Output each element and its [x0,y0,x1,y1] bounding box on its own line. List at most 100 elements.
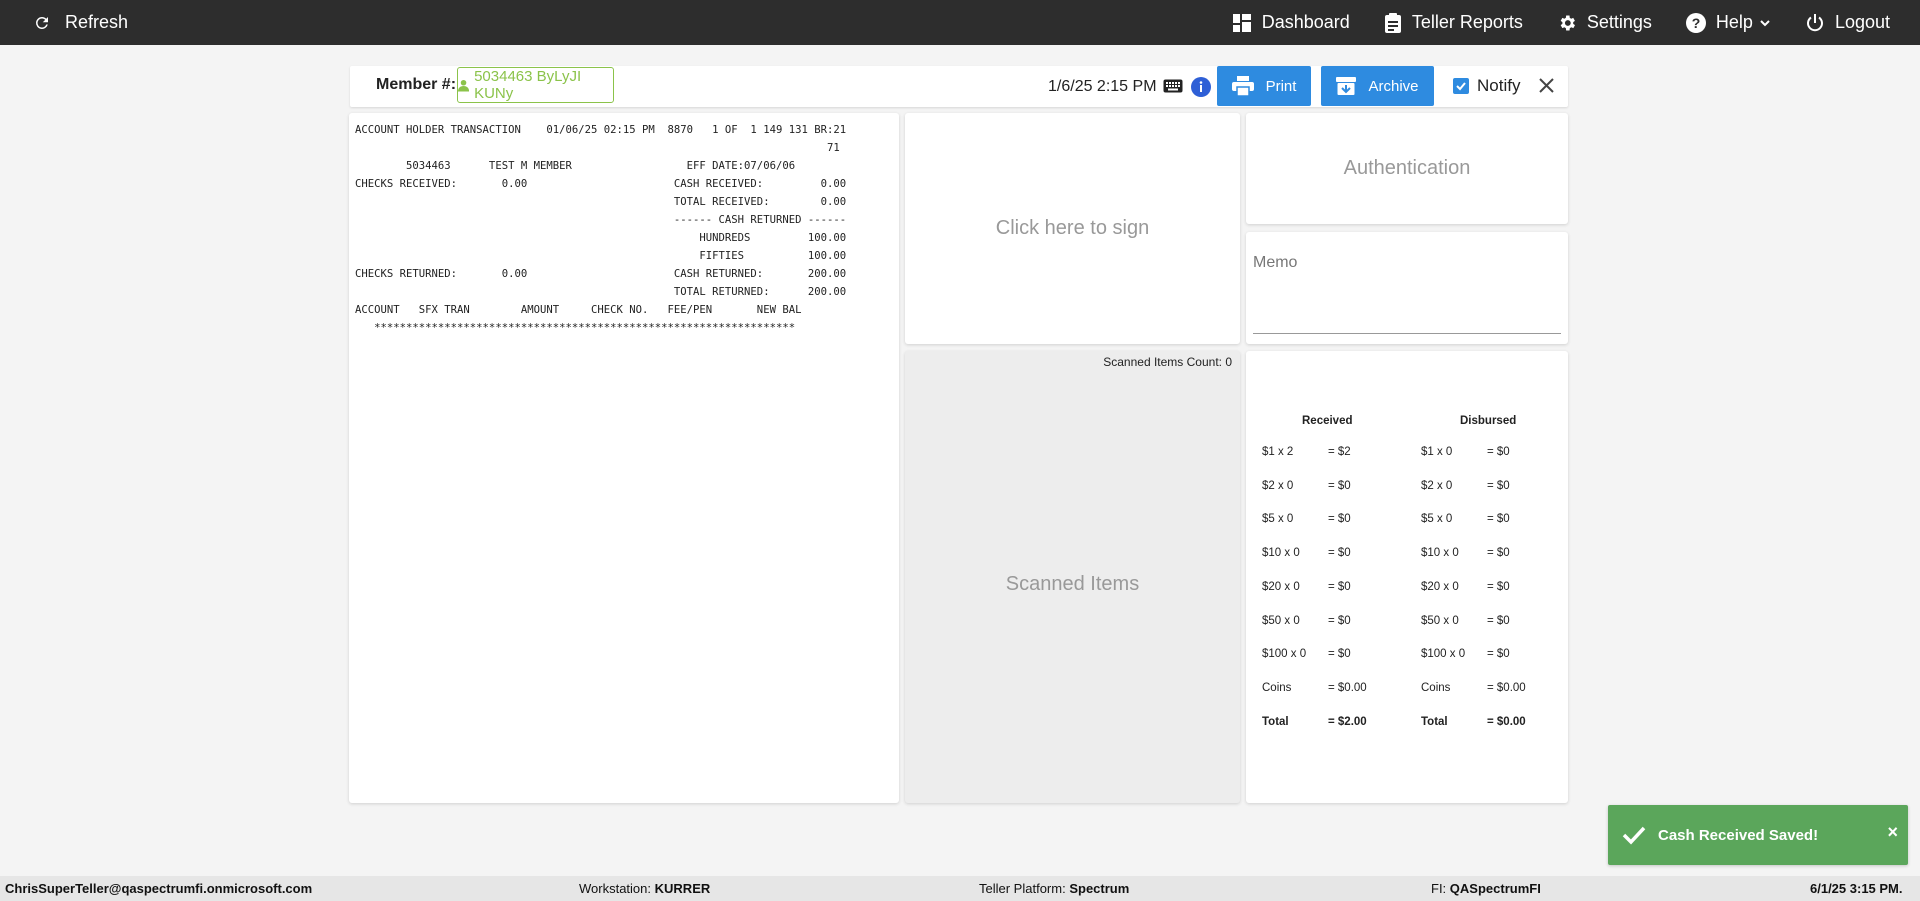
denomination-cell: $2 x 0 [1262,479,1294,492]
memo-label: Memo [1253,254,1298,271]
scanned-items-count: Scanned Items Count: 0 [1103,355,1232,369]
denomination-cell: Coins [1421,681,1451,694]
footer-user: ChrisSuperTeller@qaspectrumfi.onmicrosof… [5,881,313,896]
footer-fi: FI: QASpectrumFI [1431,881,1541,896]
refresh-button[interactable]: Refresh [33,12,128,33]
denomination-cell: = $0 [1328,614,1351,627]
chevron-down-icon [1760,19,1770,26]
nav-logout-label: Logout [1834,12,1890,32]
signature-pad[interactable]: Click here to sign [905,113,1240,344]
denomination-cell: = $0 [1487,580,1510,593]
denomination-cell: $50 x 0 [1421,614,1459,627]
authentication-label: Authentication [1343,157,1471,179]
denomination-cell: = $2.00 [1328,715,1367,728]
nav-teller-reports[interactable]: Teller Reports [1384,12,1523,33]
help-icon: ? [1685,12,1706,33]
cash-denominations-panel: Received Disbursed $1 x 2 = $2 $1 x 0 = $0 $… [1246,351,1568,803]
nav-help-label: Help [1715,12,1753,32]
nav-settings[interactable]: Settings [1557,12,1652,33]
denomination-cell: $2 x 0 [1421,479,1453,492]
denomination-cell: = $0 [1487,446,1510,458]
receipt-text: ACCOUNT HOLDER TRANSACTION 01/06/25 02:1… [355,124,847,334]
scanned-items-panel[interactable]: Scanned Items Count: 0 Scanned Items [905,351,1240,803]
received-header: Received [1302,415,1353,427]
denomination-cell: = $0.00 [1487,681,1526,694]
archive-button[interactable]: Archive [1321,66,1434,106]
denomination-cell: = $0 [1328,513,1351,526]
member-chip[interactable]: 5034463 ByLyJI KUNy [457,67,614,103]
denomination-cell: $100 x 0 [1421,648,1466,661]
archive-label: Archive [1368,77,1419,95]
info-icon[interactable] [1191,77,1211,97]
printer-icon [1231,76,1254,96]
denomination-cell: = $0 [1328,479,1351,492]
nav-teller-reports-label: Teller Reports [1411,12,1523,32]
notify-label: Notify [1477,76,1521,95]
success-toast: Cash Received Saved! × [1608,805,1908,865]
toast-close-button[interactable]: × [1887,822,1898,843]
memo-input[interactable] [1253,276,1561,334]
member-value: 5034463 ByLyJI KUNy [474,68,582,102]
denomination-cell: = $0 [1487,614,1510,627]
denomination-cell: = $0 [1328,648,1351,661]
denomination-cell: = $0 [1328,580,1351,593]
authentication-panel[interactable]: Authentication [1246,113,1568,224]
denomination-cell: $1 x 0 [1421,446,1453,458]
denomination-cell: Coins [1262,681,1292,694]
denomination-cell: $5 x 0 [1421,513,1453,526]
check-icon [1622,826,1646,845]
checkbox-checked-icon [1453,78,1469,94]
denomination-cell: Total [1262,715,1289,728]
denomination-cell: $20 x 0 [1421,580,1459,593]
keyboard-icon[interactable] [1163,79,1183,93]
scanned-items-title: Scanned Items [1005,573,1140,595]
denomination-cell: $10 x 0 [1421,547,1459,560]
denomination-cell: = $0 [1487,513,1510,526]
print-label: Print [1265,77,1297,95]
denomination-cell: = $2 [1328,446,1351,458]
denomination-cell: = $0.00 [1487,715,1526,728]
clipboard-icon [1384,12,1401,33]
archive-icon [1336,77,1357,95]
footer-platform: Teller Platform: Spectrum [979,881,1130,896]
denomination-cell: = $0 [1487,648,1510,661]
user-icon [458,79,470,92]
denomination-cell: $50 x 0 [1262,614,1300,627]
denomination-cell: $20 x 0 [1262,580,1300,593]
top-bar: Refresh Dashboard Teller Reports Setting… [0,0,1920,45]
member-bar: Member #: 5034463 ByLyJI KUNy 1/6/25 2:1… [350,66,1568,107]
footer-workstation: Workstation: KURRER [579,881,711,896]
nav-logout[interactable]: Logout [1805,12,1890,33]
nav-help[interactable]: ? Help [1685,12,1771,33]
memo-panel: Memo [1246,232,1568,344]
denomination-cell: = $0 [1487,547,1510,560]
receipt-panel: ACCOUNT HOLDER TRANSACTION 01/06/25 02:1… [349,113,899,803]
power-icon [1806,13,1823,31]
close-icon[interactable] [1538,77,1555,94]
memo-underline [1253,333,1561,334]
denomination-cell: Total [1421,715,1448,728]
toast-message: Cash Received Saved! [1658,826,1819,844]
denomination-cell: = $0 [1487,479,1510,492]
disbursed-header: Disbursed [1460,415,1517,427]
member-label: Member #: [376,76,457,93]
denomination-cell: $5 x 0 [1262,513,1294,526]
svg-text:?: ? [1692,15,1701,31]
notify-checkbox[interactable]: Notify [1453,76,1520,96]
status-footer: ChrisSuperTeller@qaspectrumfi.onmicrosof… [0,876,1920,901]
denomination-cell: $100 x 0 [1262,648,1307,661]
denomination-cell: $10 x 0 [1262,547,1300,560]
gear-icon [1560,15,1575,30]
denomination-cell: $1 x 2 [1262,446,1294,458]
nav-dashboard-label: Dashboard [1261,12,1350,32]
signature-label: Click here to sign [995,217,1150,239]
nav-dashboard[interactable]: Dashboard [1232,12,1350,33]
refresh-icon [36,16,48,29]
print-button[interactable]: Print [1217,66,1311,106]
footer-datetime: 6/1/25 3:15 PM. [1810,881,1903,896]
dashboard-icon [1232,13,1251,32]
nav-settings-label: Settings [1586,12,1652,32]
refresh-label: Refresh [65,12,129,32]
denomination-cell: = $0.00 [1328,681,1367,694]
denomination-cell: = $0 [1328,547,1351,560]
